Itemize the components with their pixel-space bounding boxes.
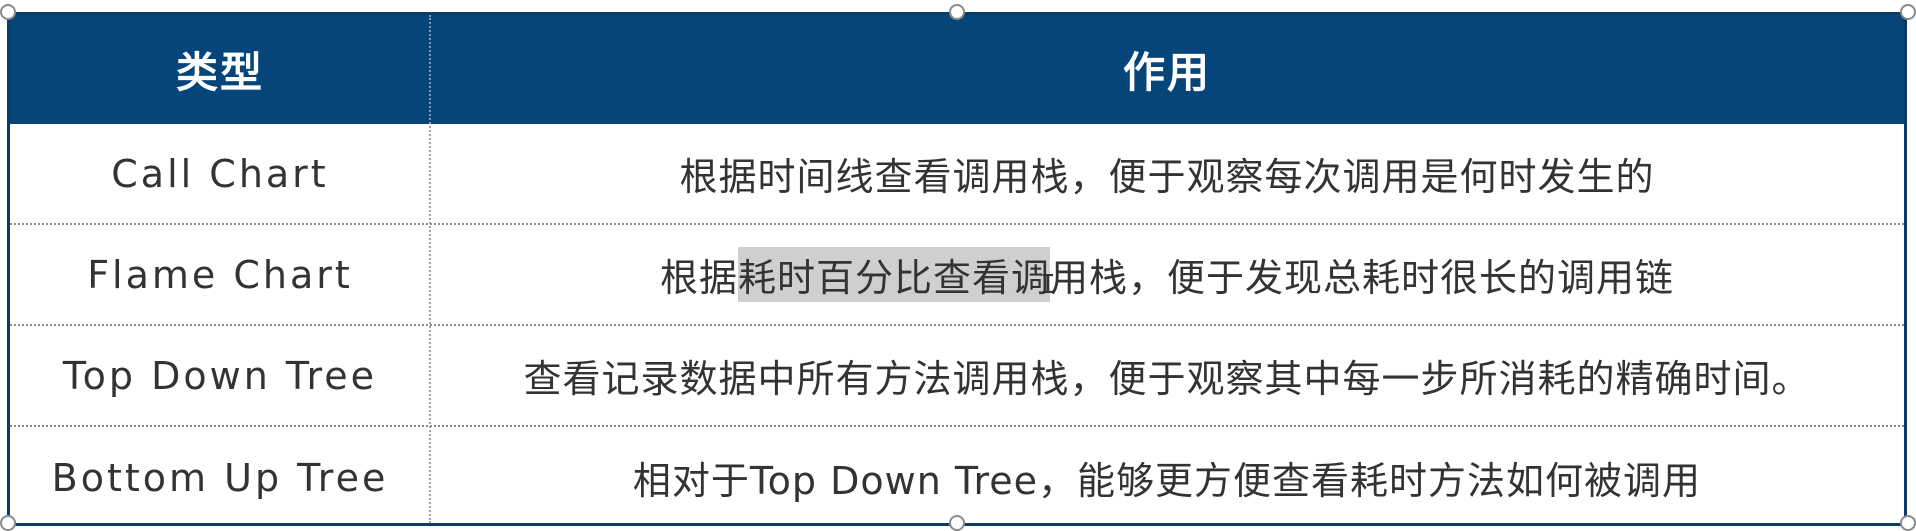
purpose-cell[interactable]: 根据 耗时百分比查看调 用栈，便于发现总耗时很长的调用链: [430, 225, 1904, 324]
purpose-cell[interactable]: 查看记录数据中所有方法调用栈，便于观察其中每一步所消耗的精确时间。: [430, 326, 1904, 425]
header-column-divider: [429, 15, 431, 124]
resize-handle-bottom-right-icon[interactable]: [1900, 515, 1916, 531]
table-row: Flame Chart 根据 耗时百分比查看调 用栈，便于发现总耗时很长的调用链: [10, 225, 1904, 326]
purpose-cell[interactable]: 根据时间线查看调用栈，便于观察每次调用是何时发生的: [430, 124, 1904, 223]
selected-text-highlight[interactable]: 耗时百分比查看调: [737, 247, 1050, 302]
text-cursor-icon: I: [1040, 270, 1056, 300]
type-cell[interactable]: Flame Chart: [10, 225, 430, 324]
header-type: 类型: [175, 48, 264, 97]
resize-handle-bottom-left-icon[interactable]: [0, 515, 16, 531]
resize-handle-bottom-middle-icon[interactable]: [949, 515, 965, 531]
table-row: Bottom Up Tree 相对于Top Down Tree，能够更方便查看耗…: [10, 427, 1904, 528]
purpose-text-after: 用栈，便于发现总耗时很长的调用链: [1050, 256, 1675, 300]
purpose-text-before: 根据: [659, 256, 738, 300]
table-header-row: 类型 作用: [10, 15, 1904, 124]
resize-handle-top-left-icon[interactable]: [0, 4, 16, 20]
type-cell[interactable]: Top Down Tree: [10, 326, 430, 425]
slide-canvas: 类型 作用 Call Chart 根据时间线查看调用栈，便于观察每次调用是何时发…: [0, 0, 1916, 531]
type-cell[interactable]: Bottom Up Tree: [10, 427, 430, 528]
table-row: Call Chart 根据时间线查看调用栈，便于观察每次调用是何时发生的: [10, 124, 1904, 225]
comparison-table[interactable]: 类型 作用 Call Chart 根据时间线查看调用栈，便于观察每次调用是何时发…: [7, 12, 1907, 526]
resize-handle-top-right-icon[interactable]: [1900, 4, 1916, 20]
table-row: Top Down Tree 查看记录数据中所有方法调用栈，便于观察其中每一步所消…: [10, 326, 1904, 427]
type-cell[interactable]: Call Chart: [10, 124, 430, 223]
header-purpose: 作用: [1122, 48, 1211, 97]
purpose-cell[interactable]: 相对于Top Down Tree，能够更方便查看耗时方法如何被调用: [430, 427, 1904, 528]
resize-handle-top-middle-icon[interactable]: [949, 4, 965, 20]
